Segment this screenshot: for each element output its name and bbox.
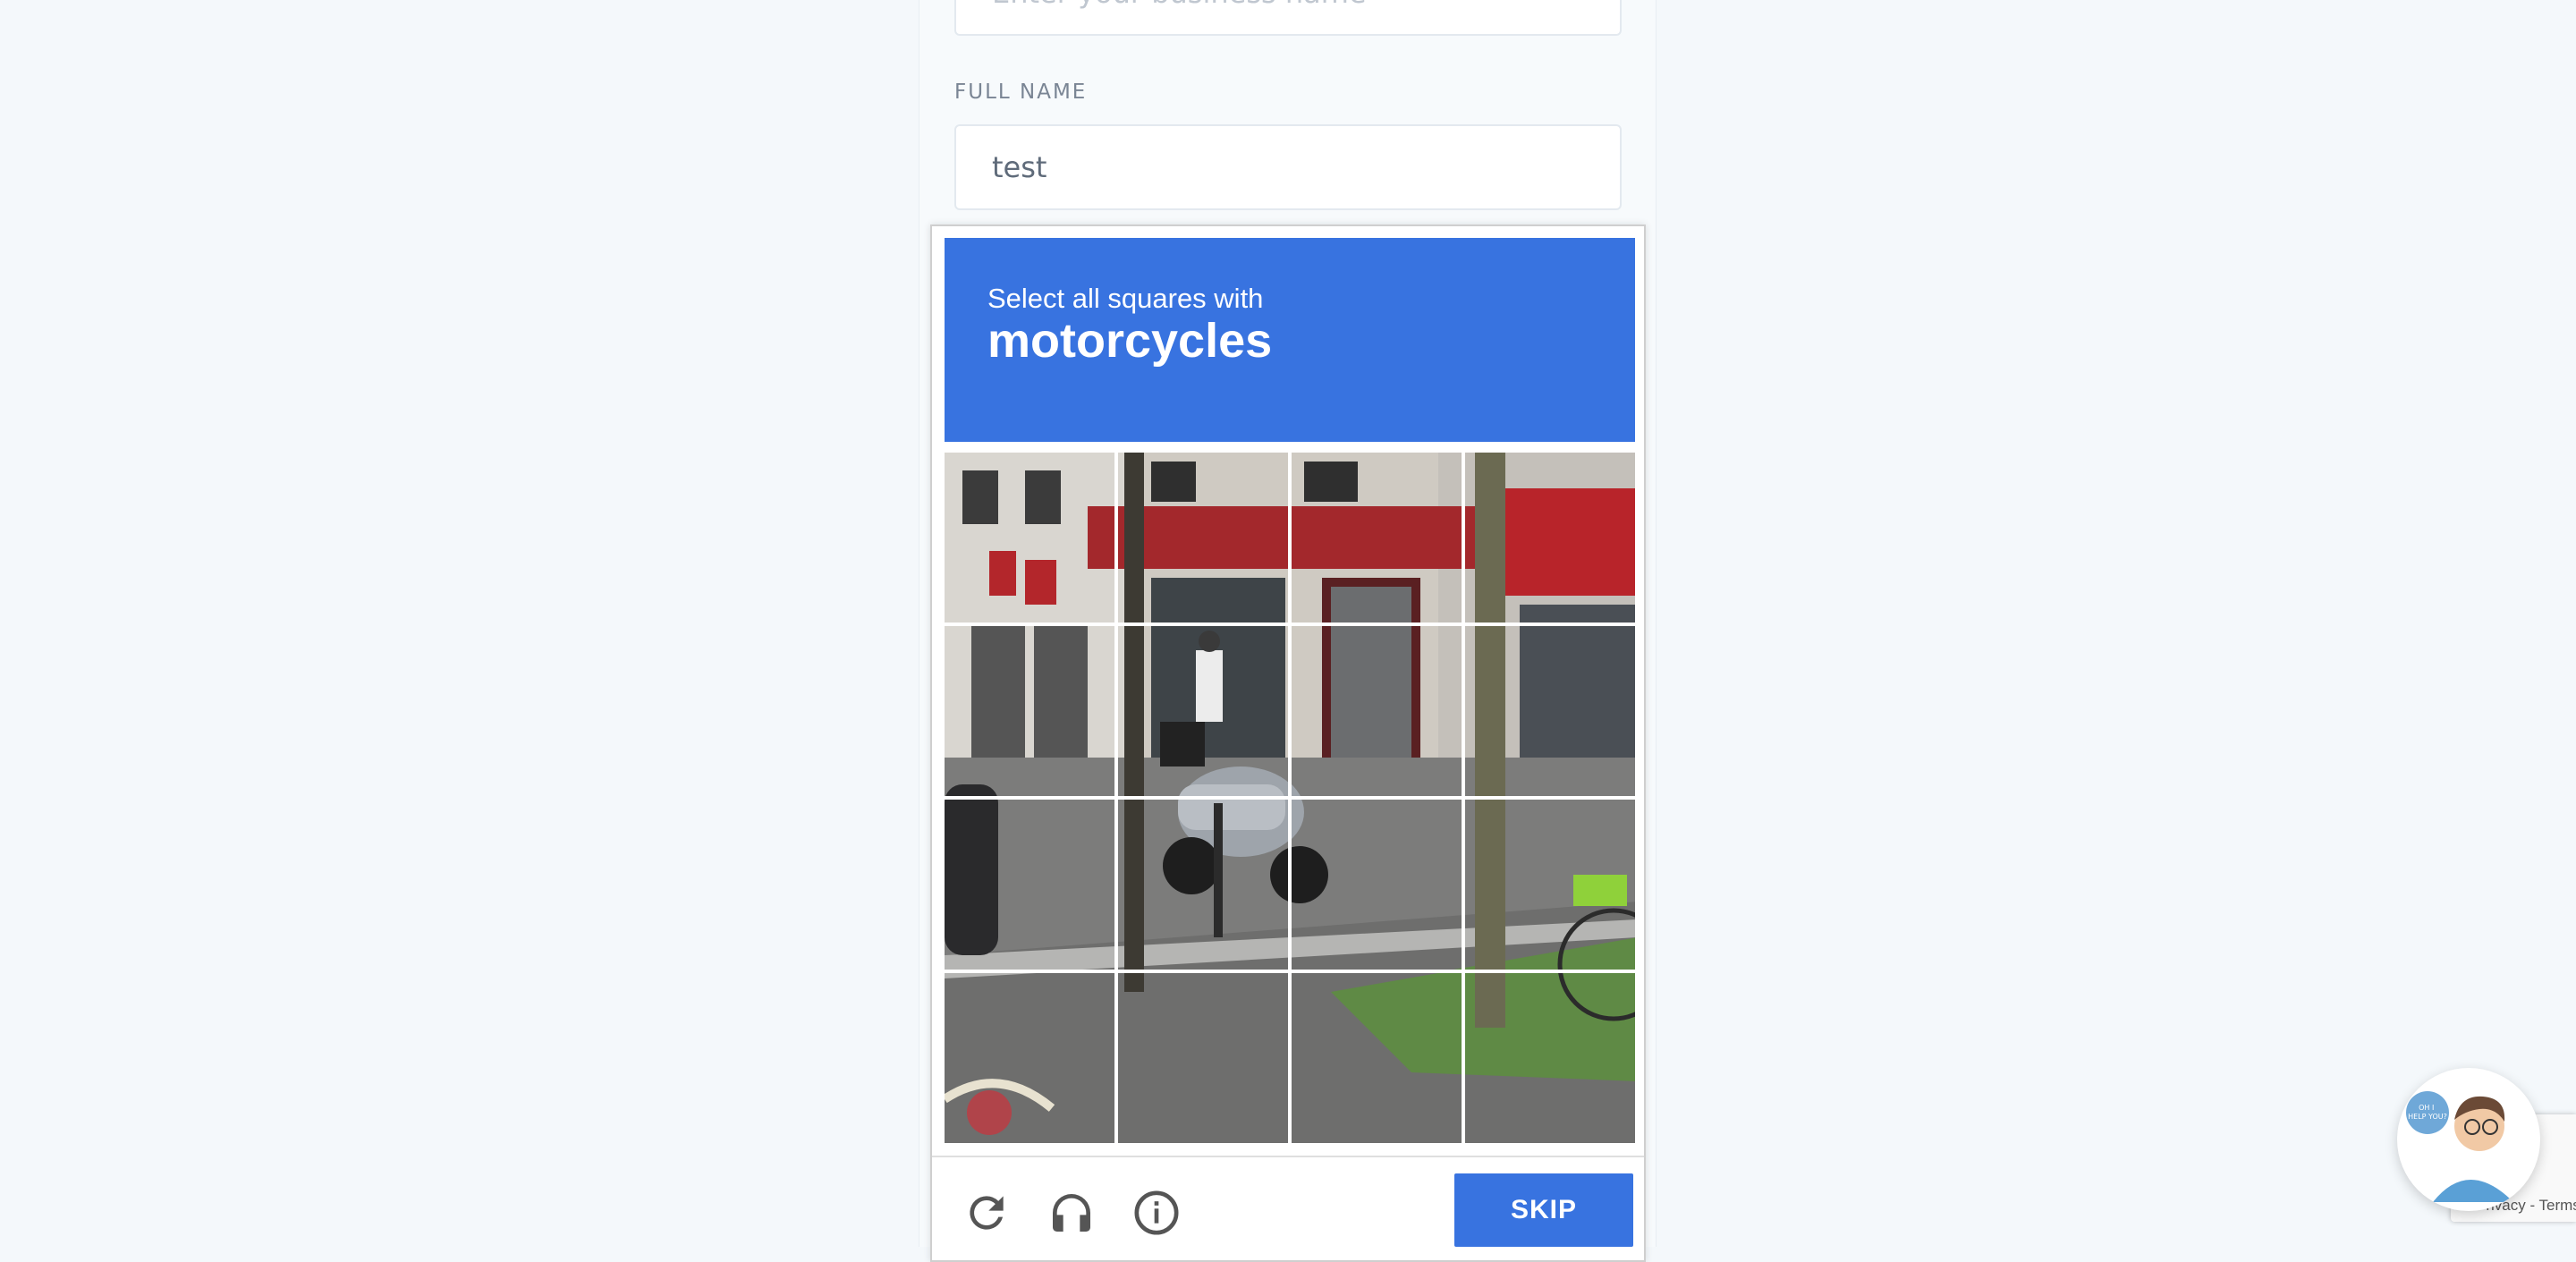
tile-image bbox=[945, 800, 1114, 970]
tile-image bbox=[945, 453, 1114, 623]
captcha-tile[interactable] bbox=[1292, 800, 1462, 970]
tile-image bbox=[1292, 453, 1462, 623]
headphones-icon[interactable] bbox=[1046, 1188, 1097, 1238]
tile-image bbox=[1118, 973, 1288, 1143]
captcha-tile[interactable] bbox=[1465, 973, 1635, 1143]
captcha-tile[interactable] bbox=[1465, 453, 1635, 623]
tile-image bbox=[1465, 800, 1635, 970]
captcha-tile[interactable] bbox=[1465, 800, 1635, 970]
captcha-instructions: Select all squares with motorcycles bbox=[945, 238, 1635, 442]
captcha-tile[interactable] bbox=[1292, 973, 1462, 1143]
tile-image bbox=[1465, 453, 1635, 623]
captcha-tile[interactable] bbox=[1118, 800, 1288, 970]
skip-button[interactable]: SKIP bbox=[1454, 1173, 1633, 1247]
captcha-tile[interactable] bbox=[1465, 626, 1635, 796]
captcha-tile[interactable] bbox=[1292, 453, 1462, 623]
captcha-target-object: motorcycles bbox=[987, 314, 1273, 368]
tile-image bbox=[1118, 626, 1288, 796]
business-name-input[interactable] bbox=[954, 0, 1622, 36]
full-name-label: FULL NAME bbox=[954, 80, 1088, 104]
captcha-tile[interactable] bbox=[945, 626, 1114, 796]
tile-image bbox=[1118, 453, 1288, 623]
tile-image bbox=[945, 973, 1114, 1143]
info-icon[interactable] bbox=[1131, 1188, 1182, 1238]
captcha-tile[interactable] bbox=[945, 973, 1114, 1143]
captcha-tile[interactable] bbox=[945, 453, 1114, 623]
tile-image bbox=[1465, 626, 1635, 796]
chat-assistant-widget[interactable]: OH I HELP YOU? bbox=[2397, 1068, 2540, 1211]
captcha-tile[interactable] bbox=[1118, 626, 1288, 796]
captcha-tile[interactable] bbox=[1118, 453, 1288, 623]
tile-image bbox=[1292, 626, 1462, 796]
captcha-footer-divider bbox=[932, 1156, 1644, 1157]
captcha-tile-grid bbox=[945, 453, 1635, 1143]
captcha-instruction-text: Select all squares with bbox=[987, 283, 1264, 314]
reload-icon[interactable] bbox=[962, 1188, 1012, 1238]
tile-image bbox=[945, 626, 1114, 796]
captcha-tile[interactable] bbox=[945, 800, 1114, 970]
assistant-avatar: OH I HELP YOU? bbox=[2399, 1070, 2538, 1209]
tile-image bbox=[1292, 973, 1462, 1143]
tile-image bbox=[1465, 973, 1635, 1143]
captcha-tile[interactable] bbox=[1292, 626, 1462, 796]
tile-image bbox=[1292, 800, 1462, 970]
tile-image bbox=[1118, 800, 1288, 970]
captcha-tile[interactable] bbox=[1118, 973, 1288, 1143]
full-name-input[interactable] bbox=[954, 124, 1622, 210]
